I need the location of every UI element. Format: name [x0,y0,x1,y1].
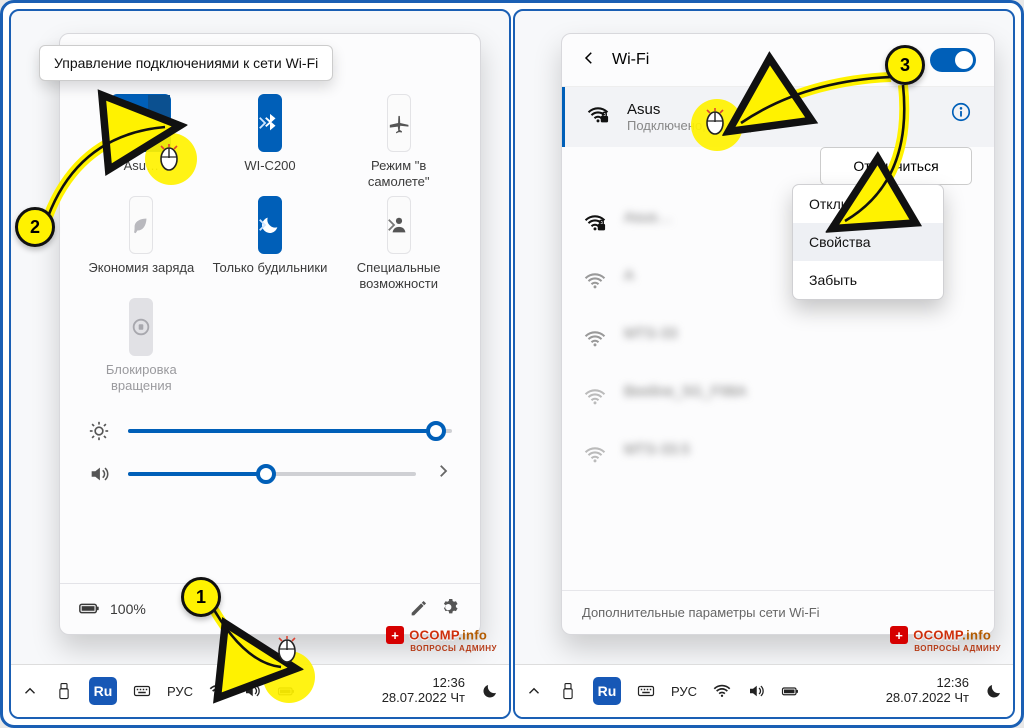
volume-icon [88,463,110,485]
battery-saver-label: Экономия заряда [88,260,194,294]
focus-tray-icon[interactable] [481,682,499,700]
bluetooth-tile[interactable] [258,94,282,152]
volume-tray-icon[interactable] [243,682,261,700]
watermark: +OCOMP.infoВОПРОСЫ АДМИНУ [890,626,1001,653]
sun-icon [88,420,110,442]
wifi-toggle[interactable] [930,48,976,72]
wifi-icon [584,386,610,413]
ctx-forget[interactable]: Забыть [793,261,943,299]
battery-plug-icon [78,597,100,622]
airplane-tile[interactable] [387,94,411,152]
info-icon[interactable] [950,101,972,128]
chevron-up-icon[interactable] [21,682,39,700]
settings-button[interactable] [440,597,462,622]
wifi-icon [584,328,610,355]
focus-tile[interactable] [258,196,282,254]
mouse-click-icon [275,635,299,667]
edit-button[interactable] [408,597,430,622]
battery-percent: 100% [110,601,146,617]
taskbar-clock[interactable]: 12:3628.07.2022 Чт [382,676,465,706]
step-badge-3: 3 [885,45,925,85]
wifi-tray-icon[interactable] [713,682,731,700]
step-badge-1: 1 [181,577,221,617]
mouse-click-icon [157,143,181,175]
chevron-up-icon[interactable] [525,682,543,700]
wifi-icon [584,270,610,297]
volume-slider[interactable] [88,462,452,485]
focus-tile-label: Только будильники [213,260,328,294]
wifi-tray-icon[interactable] [209,682,227,700]
wifi-panel-title: Wi-Fi [612,51,649,69]
rotation-lock-tile[interactable] [129,298,153,356]
wifi-network-item[interactable]: Beeline_5G_F98A [562,369,994,427]
watermark: +OCOMP.infoВОПРОСЫ АДМИНУ [386,626,497,653]
keyboard-icon[interactable] [637,682,655,700]
chevron-right-icon[interactable] [253,216,271,234]
taskbar-clock[interactable]: 12:3628.07.2022 Чт [886,676,969,706]
bluetooth-tile-label: WI-C200 [244,158,295,192]
language-badge[interactable]: Ru [593,677,621,705]
usb-icon[interactable] [559,682,577,700]
keyboard-icon[interactable] [133,682,151,700]
airplane-tile-label: Режим "в самолете" [339,158,458,192]
chevron-right-icon[interactable] [382,216,400,234]
wifi-icon [584,444,610,471]
battery-tray-icon[interactable] [781,682,799,700]
wifi-lock-icon [587,104,613,131]
mouse-click-icon [703,107,727,139]
accessibility-tile[interactable] [387,196,411,254]
language-text[interactable]: РУС [671,684,697,699]
wifi-lock-icon [584,212,610,239]
wifi-tooltip: Управление подключениями к сети Wi-Fi [39,45,333,81]
wifi-network-item[interactable]: MTS-33.5 [562,427,994,485]
language-text[interactable]: РУС [167,684,193,699]
usb-icon[interactable] [55,682,73,700]
rotation-lock-label: Блокировка вращения [82,362,201,396]
rotation-lock-icon [130,316,152,338]
brightness-slider[interactable] [88,420,452,442]
wifi-network-item[interactable]: MTS-33 [562,311,994,369]
accessibility-tile-label: Специальные возможности [339,260,458,294]
chevron-right-icon[interactable] [434,462,452,485]
taskbar: Ru РУС 12:3628.07.2022 Чт [515,664,1013,717]
airplane-icon [388,112,410,134]
chevron-right-icon[interactable] [253,114,271,132]
volume-tray-icon[interactable] [747,682,765,700]
focus-tray-icon[interactable] [985,682,1003,700]
language-badge[interactable]: Ru [89,677,117,705]
back-button[interactable] [580,49,598,72]
step-badge-2: 2 [15,207,55,247]
